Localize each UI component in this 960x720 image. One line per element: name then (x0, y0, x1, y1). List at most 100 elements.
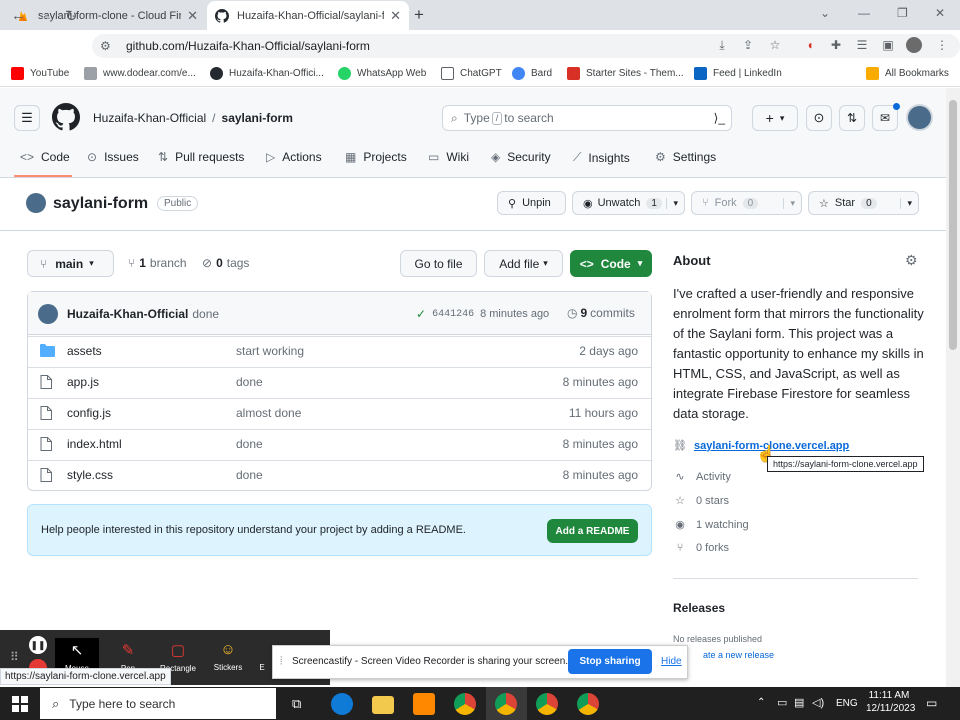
eraser-tool[interactable]: E (252, 638, 272, 672)
file-row[interactable] (28, 398, 651, 429)
notifications-icon[interactable]: ▭ (926, 696, 937, 710)
site-info-icon[interactable]: ⚙ (100, 39, 112, 53)
forks-link[interactable]: ⑂ 0 forks (673, 542, 729, 554)
repo-link[interactable]: saylani-form (222, 111, 293, 125)
commit-message[interactable]: start working (236, 344, 304, 358)
commit-author[interactable]: Huzaifa-Khan-Official (67, 307, 188, 321)
tags-link[interactable]: ⊘ 0 tags (202, 256, 249, 270)
meet-now-icon[interactable]: ▭ (777, 696, 787, 709)
tab-search-icon[interactable]: ⌄ (820, 6, 830, 20)
file-name[interactable]: config.js (67, 406, 111, 420)
task-view-icon[interactable]: ⧉ (292, 696, 301, 712)
clock[interactable]: 11:11 AM 12/11/2023 (866, 690, 915, 714)
pause-icon[interactable]: ❚❚ (29, 636, 47, 654)
gear-icon[interactable]: ⚙ (905, 252, 918, 269)
commit-message[interactable]: done (236, 375, 263, 389)
network-icon[interactable]: ▤ (794, 696, 804, 709)
unpin-button[interactable]: ⚲ Unpin (497, 191, 566, 215)
chrome-icon[interactable] (577, 693, 599, 715)
repo-name[interactable]: saylani-form (53, 195, 148, 213)
branch-select[interactable]: ⑂ main ▾ (27, 250, 114, 277)
vlc-icon[interactable] (413, 693, 435, 715)
command-palette-icon[interactable]: ⟩_ (714, 111, 725, 125)
tab-code[interactable]: <> Code (20, 150, 70, 164)
tab-pull-requests[interactable]: ⇅ Pull requests (158, 150, 244, 164)
tab-security[interactable]: ◈ Security (491, 150, 551, 164)
commit-message[interactable]: almost done (236, 406, 301, 420)
close-tab-icon[interactable]: ✕ (390, 8, 401, 24)
pull-requests-icon[interactable]: ⇅ (839, 105, 865, 131)
chrome-icon[interactable] (454, 693, 476, 715)
create-new-button[interactable]: + ▾ (752, 105, 798, 131)
restore-button[interactable]: ❐ (897, 6, 908, 20)
stickers-tool[interactable]: ☺ Stickers (206, 638, 250, 672)
activity-link[interactable]: ∿ Activity (673, 470, 730, 484)
create-release-link[interactable]: ate a new release (703, 650, 774, 660)
file-row[interactable] (28, 367, 651, 398)
owner-link[interactable]: Huzaifa-Khan-Official (93, 111, 206, 125)
user-avatar[interactable] (906, 104, 933, 131)
install-icon[interactable]: ⤓ (714, 37, 730, 53)
extensions-puzzle-icon[interactable]: ✚ (828, 37, 844, 53)
profile-avatar[interactable] (906, 37, 922, 53)
file-name[interactable]: assets (67, 344, 102, 358)
tab-actions[interactable]: ▷ Actions (266, 150, 322, 164)
taskbar-search[interactable]: ⌕ Type here to search (40, 688, 276, 719)
windows-start-icon[interactable] (12, 696, 28, 712)
browser-tab-github[interactable]: Huzaifa-Khan-Official/saylani-fo ✕ (207, 1, 409, 30)
chevron-down-icon[interactable]: ▾ (900, 197, 912, 209)
reading-list-icon[interactable]: ☰ (854, 37, 870, 53)
tab-insights[interactable]: ⟋ Insights (573, 150, 630, 165)
file-row[interactable] (28, 460, 651, 491)
bookmark-dodear[interactable]: www.dodear.com/e... (84, 67, 196, 80)
github-logo-icon[interactable] (52, 103, 80, 131)
commit-message[interactable]: done (236, 468, 263, 482)
hamburger-menu-icon[interactable]: ☰ (14, 105, 40, 131)
file-name[interactable]: index.html (67, 437, 122, 451)
side-panel-icon[interactable]: ▣ (880, 37, 896, 53)
commit-message[interactable]: done (236, 437, 263, 451)
tab-projects[interactable]: ▦ Projects (345, 150, 407, 164)
minimize-button[interactable]: — (858, 6, 870, 20)
search-input[interactable]: ⌕ Type / to search ⟩_ (442, 105, 732, 131)
tab-wiki[interactable]: ▭ Wiki (428, 150, 469, 164)
file-row[interactable] (28, 336, 651, 367)
scrollbar-thumb[interactable] (949, 100, 957, 350)
edge-icon[interactable] (331, 693, 353, 715)
bookmark-starter-sites[interactable]: Starter Sites - Them... (567, 67, 684, 80)
volume-icon[interactable]: ◁) (812, 696, 824, 709)
bookmark-star-icon[interactable]: ☆ (767, 37, 783, 53)
star-button[interactable]: ☆ Star 0 ▾ (808, 191, 919, 215)
bookmark-youtube[interactable]: YouTube (11, 67, 69, 80)
watchers-link[interactable]: ◉ 1 watching (673, 518, 748, 532)
bookmark-bard[interactable]: Bard (512, 67, 552, 80)
share-icon[interactable]: ⇪ (740, 37, 756, 53)
commits-link[interactable]: ◷ 9 commits (567, 306, 635, 320)
file-explorer-icon[interactable] (372, 696, 394, 714)
back-arrow-icon[interactable]: ← (11, 7, 26, 24)
add-readme-button[interactable]: Add a README (547, 519, 638, 543)
show-hidden-icons[interactable]: ⌃ (757, 697, 765, 708)
close-window-button[interactable]: ✕ (935, 6, 945, 20)
file-name[interactable]: style.css (67, 468, 113, 482)
stop-sharing-button[interactable]: Stop sharing (568, 649, 652, 674)
file-name[interactable]: app.js (67, 375, 99, 389)
go-to-file-button[interactable]: Go to file (400, 250, 477, 277)
issues-icon[interactable]: ⊙ (806, 105, 832, 131)
tab-settings[interactable]: ⚙ Settings (655, 150, 716, 164)
close-tab-icon[interactable]: ✕ (187, 8, 198, 24)
bookmark-github[interactable]: Huzaifa-Khan-Offici... (210, 67, 324, 80)
bookmark-whatsapp[interactable]: WhatsApp Web (338, 67, 426, 80)
new-tab-button[interactable]: + (414, 5, 424, 25)
tab-issues[interactable]: ⊙ Issues (87, 150, 139, 164)
drag-handle-icon[interactable]: ⦙ (280, 655, 282, 668)
chevron-down-icon[interactable]: ▾ (783, 197, 795, 209)
browser-menu-icon[interactable]: ⋮ (934, 37, 950, 53)
fork-button[interactable]: ⑂ Fork 0 ▾ (691, 191, 802, 215)
releases-heading[interactable]: Releases (673, 601, 725, 615)
drag-handle-icon[interactable]: ⠿ (10, 650, 19, 664)
reload-icon[interactable]: ↻ (65, 7, 78, 25)
chrome-icon[interactable] (536, 693, 558, 715)
all-bookmarks[interactable]: All Bookmarks (866, 67, 949, 80)
hide-link[interactable]: Hide (661, 656, 682, 667)
